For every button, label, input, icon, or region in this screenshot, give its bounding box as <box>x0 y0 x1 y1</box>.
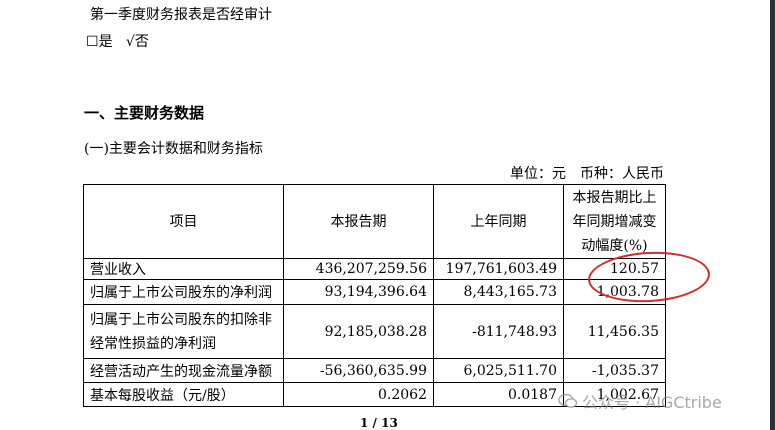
cell-prior: 197,761,603.49 <box>433 258 564 280</box>
cell-change: 11,456.35 <box>563 304 666 359</box>
page-number: 1 / 13 <box>360 416 398 430</box>
header-current: 本报告期 <box>283 184 434 259</box>
cell-prior: 6,025,511.70 <box>433 358 564 383</box>
currency-label: 币种：人民币 <box>580 166 664 182</box>
cell-prior: 0.0187 <box>433 382 564 407</box>
header-change-line: 本报告期比上 <box>572 189 657 206</box>
header-item: 项目 <box>83 184 284 259</box>
row-label: 营业收入 <box>83 258 284 280</box>
cell-prior: -811,748.93 <box>433 304 564 359</box>
subsection-title: (一)主要会计数据和财务指标 <box>84 141 263 157</box>
watermark: 公众号 · AIGCtribe <box>558 390 722 412</box>
cell-prior: 8,443,165.73 <box>433 279 564 305</box>
table-row: 营业收入 436,207,259.56 197,761,603.49 120.5… <box>83 258 666 280</box>
table-row: 经营活动产生的现金流量净额 -56,360,635.99 6,025,511.7… <box>83 358 666 383</box>
row-label: 归属于上市公司股东的净利润 <box>83 279 284 305</box>
row-label: 基本每股收益（元/股） <box>83 382 284 407</box>
unit-label: 单位：元 <box>510 166 566 182</box>
row-label-line: 归属于上市公司股东的扣除非 <box>90 311 272 328</box>
audit-question: 第一季度财务报表是否经审计 <box>90 7 272 23</box>
viewer-edge <box>770 0 775 430</box>
header-change-line: 年同期增减变 <box>572 213 657 230</box>
cell-current: 436,207,259.56 <box>283 258 434 280</box>
header-change: 本报告期比上 年同期增减变 动幅度(%) <box>563 184 666 259</box>
row-label: 经营活动产生的现金流量净额 <box>83 358 284 383</box>
cell-current: 92,185,038.28 <box>283 304 434 359</box>
section-title: 一、主要财务数据 <box>84 104 205 122</box>
watermark-text: 公众号 · AIGCtribe <box>582 393 722 412</box>
cell-current: -56,360,635.99 <box>283 358 434 383</box>
checkmark-icon: √ <box>125 34 135 50</box>
table-row: 归属于上市公司股东的净利润 93,194,396.64 8,443,165.73… <box>83 279 666 305</box>
header-prior: 上年同期 <box>433 184 564 259</box>
row-label: 归属于上市公司股东的扣除非 经常性损益的净利润 <box>83 304 284 359</box>
table-header-row: 项目 本报告期 上年同期 本报告期比上 年同期增减变 动幅度(%) <box>83 184 666 259</box>
wechat-icon <box>558 393 578 408</box>
cell-change: -1,035.37 <box>563 358 666 383</box>
financial-table: 项目 本报告期 上年同期 本报告期比上 年同期增减变 动幅度(%) 营业收入 4… <box>83 184 666 407</box>
cell-current: 0.2062 <box>283 382 434 407</box>
table-row: 归属于上市公司股东的扣除非 经常性损益的净利润 92,185,038.28 -8… <box>83 304 666 359</box>
cell-current: 93,194,396.64 <box>283 279 434 305</box>
audit-answer: ☐是 √否 <box>86 33 149 51</box>
row-label-line: 经常性损益的净利润 <box>90 335 216 352</box>
yes-label: 是 <box>98 34 113 50</box>
no-label: 否 <box>134 34 149 50</box>
checkbox-empty-icon: ☐ <box>86 34 99 50</box>
unit-line: 单位：元 币种：人民币 <box>510 165 678 183</box>
